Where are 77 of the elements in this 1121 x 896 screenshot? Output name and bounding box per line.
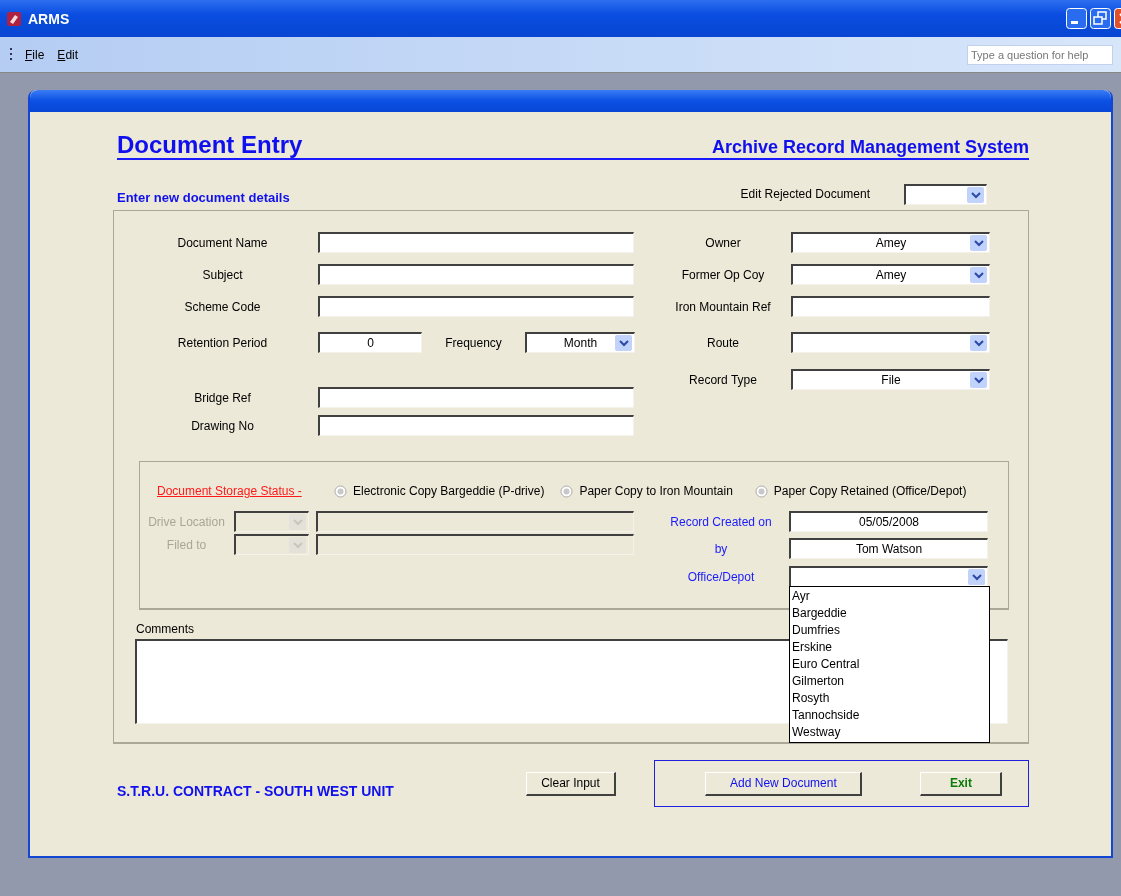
list-option[interactable]: Rosyth — [792, 690, 987, 707]
form-title: Document Entry — [117, 132, 303, 158]
clear-button[interactable]: Clear Input — [525, 771, 617, 796]
radio-button[interactable] — [334, 484, 347, 498]
chevron-down-icon — [973, 339, 984, 347]
text-field[interactable] — [318, 264, 634, 285]
dropdown-field[interactable] — [791, 332, 990, 353]
section-heading: Enter new document details — [117, 191, 291, 205]
chevron-down-icon — [970, 191, 981, 199]
dropdown-field[interactable]: File — [791, 369, 990, 390]
text-field[interactable]: 0 — [318, 332, 422, 353]
text-field[interactable] — [316, 511, 634, 532]
window-title: ARMS — [28, 10, 71, 27]
field-label: Record Type — [688, 372, 758, 387]
chevron-down-icon — [618, 339, 629, 347]
field-label: Subject — [201, 267, 244, 282]
list-option[interactable]: Ayr — [792, 588, 987, 605]
chevron-down-icon — [971, 573, 982, 581]
field-label: Scheme Code — [183, 299, 262, 314]
menu-item[interactable]: File — [25, 47, 45, 62]
exit-button[interactable]: Exit — [920, 771, 1003, 796]
field-label: Drive Location — [147, 514, 226, 529]
field-label: Former Op Coy — [680, 267, 766, 282]
radio-label: Paper Copy Retained (Office/Depot) — [773, 484, 967, 498]
chevron-down-icon — [292, 518, 303, 526]
field-label: Frequency — [444, 335, 503, 350]
text-field[interactable]: 05/05/2008 — [789, 511, 988, 532]
chevron-down-icon — [973, 239, 984, 247]
system-name: Archive Record Management System — [711, 136, 1029, 158]
text-field[interactable] — [318, 296, 634, 317]
radio-button[interactable] — [754, 484, 768, 498]
dropdown-field[interactable] — [234, 534, 309, 555]
minimize-icon[interactable] — [1066, 8, 1087, 29]
radio-button[interactable] — [560, 484, 574, 498]
field-label: Retention Period — [176, 335, 269, 350]
dropdown-field[interactable] — [234, 511, 309, 532]
field-label: by — [713, 541, 729, 556]
field-label: Iron Mountain Ref — [674, 299, 772, 314]
radio-label: Electronic Copy Bargeddie (P-drive) — [353, 484, 545, 498]
list-option[interactable]: Tannochside — [792, 707, 987, 724]
list-option[interactable]: Dumfries — [792, 622, 987, 639]
field-label: Drawing No — [190, 418, 255, 433]
unit-name: S.T.R.U. CONTRACT - SOUTH WEST UNIT — [117, 781, 395, 799]
text-field[interactable]: Tom Watson — [789, 538, 988, 559]
chevron-down-icon — [973, 271, 984, 279]
field-label: Edit Rejected Document — [740, 186, 870, 201]
chevron-down-icon — [973, 376, 984, 384]
text-field[interactable] — [318, 387, 634, 408]
field-label: Office/Depot — [686, 569, 756, 584]
text-field[interactable] — [318, 415, 634, 436]
list-option[interactable]: Erskine — [792, 639, 987, 656]
storage-label: Document Storage Status - — [157, 484, 303, 498]
text-field[interactable] — [316, 534, 634, 555]
dropdown-field[interactable]: Amey — [791, 264, 990, 285]
field-label: Comments — [136, 622, 194, 636]
app-icon — [6, 10, 22, 27]
chevron-down-icon — [292, 541, 303, 549]
list-option[interactable]: Euro Central — [792, 656, 987, 673]
field-label: Bridge Ref — [193, 390, 252, 405]
menu-item[interactable]: Edit — [57, 47, 79, 62]
help-field[interactable]: Type a question for help — [967, 44, 1113, 65]
restore-icon[interactable] — [1090, 8, 1111, 29]
field-label: Owner — [704, 235, 742, 250]
dropdown-field[interactable] — [904, 184, 987, 205]
text-field[interactable] — [791, 296, 990, 317]
field-label: Record Created on — [669, 514, 773, 529]
text-field[interactable] — [318, 232, 634, 253]
list-option[interactable]: Gilmerton — [792, 673, 987, 690]
add-button[interactable]: Add New Document — [705, 771, 863, 796]
field-label: Route — [706, 335, 740, 350]
list-option[interactable]: Bargeddie — [792, 605, 987, 622]
radio-label: Paper Copy to Iron Mountain — [579, 484, 733, 498]
field-label: Document Name — [176, 235, 269, 250]
field-label: Filed to — [165, 537, 208, 552]
dropdown-field[interactable]: Amey — [791, 232, 990, 253]
dropdown-field[interactable]: Month — [525, 332, 635, 353]
list-option[interactable]: Westway — [792, 724, 987, 741]
